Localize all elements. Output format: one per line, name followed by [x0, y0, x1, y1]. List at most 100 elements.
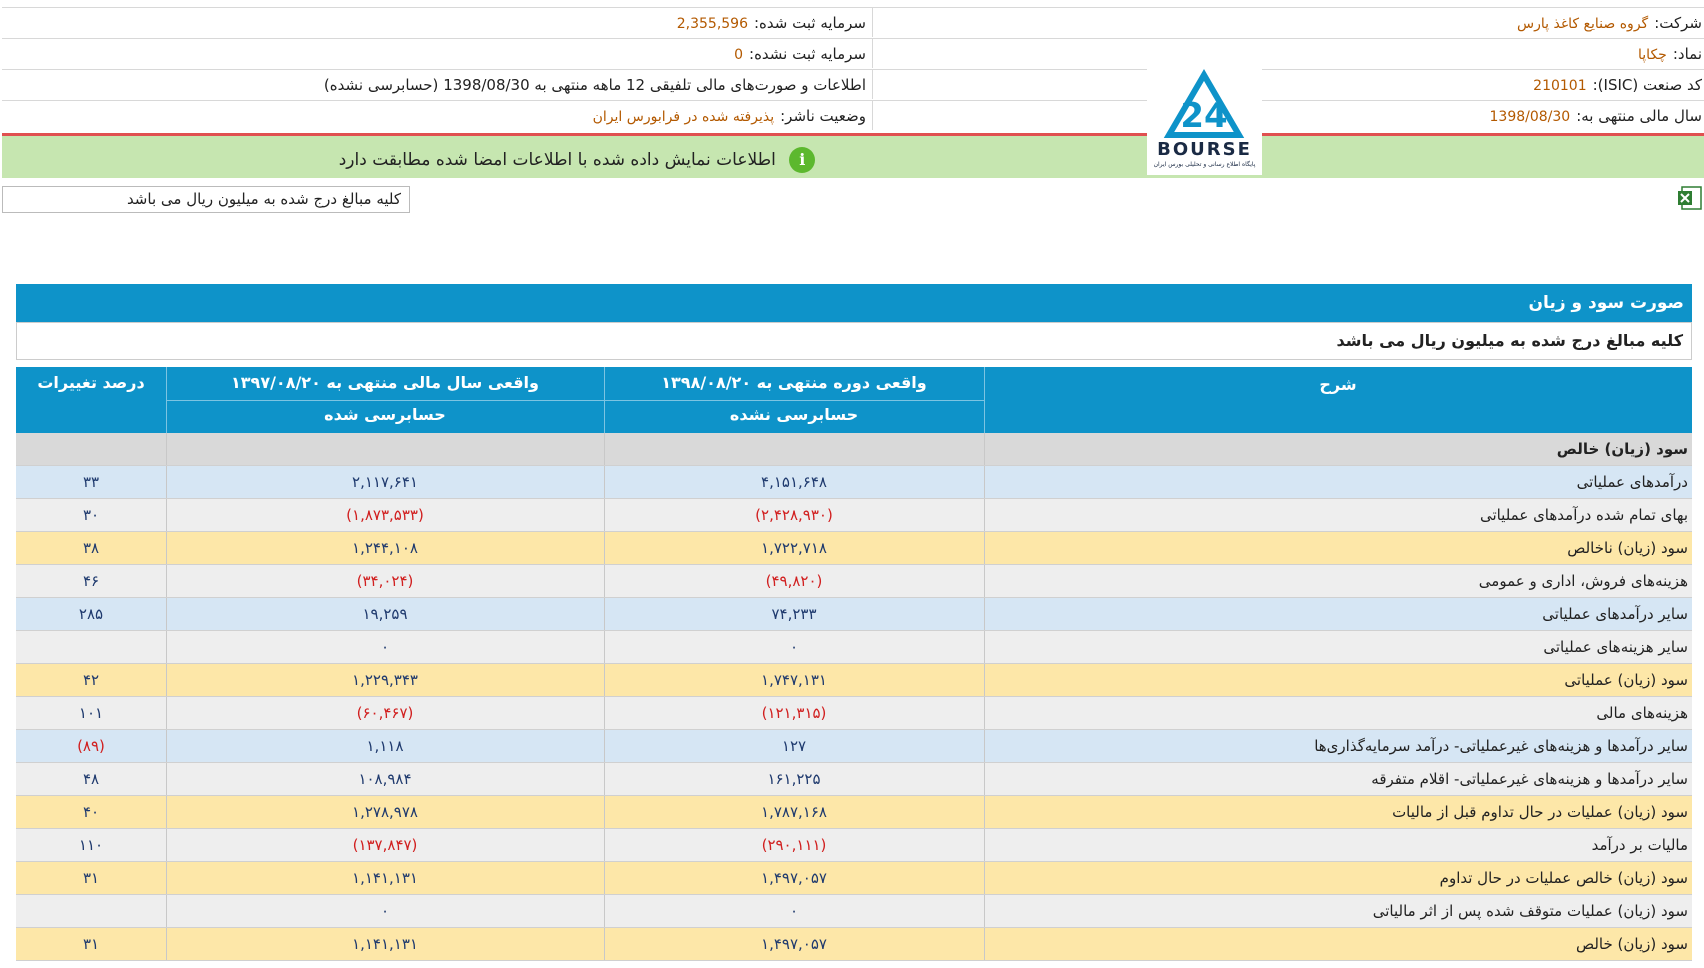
bourse24-logo[interactable]: 24 BOURSE پایگاه اطلاع رسانی و تحلیلی بو… — [1147, 67, 1262, 175]
report-title: صورت سود و زیان — [16, 284, 1692, 322]
row-previous-value: ۲,۱۱۷,۶۴۱ — [352, 473, 418, 491]
col-current-subheader: حسابرسی نشده — [729, 405, 859, 424]
table-row: بهای تمام شده درآمدهای عملیاتی (۲,۴۲۸,۹۳… — [16, 499, 1692, 532]
row-change-percent: ۱۱۰ — [78, 836, 104, 854]
excel-export-icon[interactable] — [1678, 185, 1702, 211]
fiscal-field: سال مالی منتهی به: 1398/08/30 — [1490, 107, 1703, 125]
col-previous-subheader: حسابرسی شده — [324, 405, 446, 424]
col-previous-header: واقعی سال مالی منتهی به ۱۳۹۷/۰۸/۲۰ — [231, 373, 539, 392]
row-previous-value: ۱,۱۴۱,۱۳۱ — [352, 869, 418, 887]
row-description: سایر هزینه‌های عملیاتی — [1543, 638, 1688, 656]
company-label: شرکت: — [1654, 14, 1702, 32]
row-previous-value: (۱۳۷,۸۴۷) — [352, 836, 418, 854]
row-description: هزینه‌های مالی — [1596, 704, 1688, 722]
table-row: سود (زیان) عملیات متوقف شده پس از اثر ما… — [16, 895, 1692, 928]
company-value[interactable]: گروه صنایع کاغذ پارس — [1517, 16, 1648, 32]
logo-number: 24 — [1180, 96, 1227, 136]
row-current-value: ۱۲۷ — [781, 737, 807, 755]
row-current-value: ۴,۱۵۱,۶۴۸ — [761, 473, 827, 491]
table-row: سود (زیان) ناخالص ۱,۷۲۲,۷۱۸ ۱,۲۴۴,۱۰۸ ۳۸ — [16, 532, 1692, 565]
reg-capital-field: سرمایه ثبت شده: 2,355,596 — [677, 14, 866, 32]
table-row: سایر هزینه‌های عملیاتی ۰ ۰ — [16, 631, 1692, 664]
publisher-status-value: پذیرفته شده در فرابورس ایران — [592, 109, 775, 125]
row-change-percent — [16, 631, 166, 663]
table-row: هزینه‌های مالی (۱۲۱,۳۱۵) (۶۰,۴۶۷) ۱۰۱ — [16, 697, 1692, 730]
row-current-value: ۷۴,۲۳۳ — [771, 605, 817, 623]
logo-word: BOURSE — [1157, 139, 1252, 160]
row-change-percent: ۴۲ — [82, 671, 100, 689]
notice-bar: i اطلاعات نمایش داده شده با اطلاعات امضا… — [2, 136, 1704, 178]
unreg-capital-field: سرمایه ثبت نشده: 0 — [734, 45, 866, 63]
row-current-value: (۴۹,۸۲۰) — [765, 572, 823, 590]
row-description: سود (زیان) عملیات متوقف شده پس از اثر ما… — [1372, 902, 1688, 920]
row-change-percent: ۱۰۱ — [78, 704, 104, 722]
row-previous-value: ۱,۲۷۸,۹۷۸ — [352, 803, 418, 821]
section-row: سود (زیان) خالص — [16, 433, 1692, 466]
row-description: سود (زیان) ناخالص — [1567, 539, 1688, 557]
isic-field: کد صنعت (ISIC): 210101 — [1533, 76, 1702, 94]
section-title: سود (زیان) خالص — [1556, 440, 1688, 458]
col-description-header: شرح — [1319, 375, 1357, 394]
row-change-percent — [16, 895, 166, 927]
table-row: سایر درآمدها و هزینه‌های غیرعملیاتی- اقل… — [16, 763, 1692, 796]
isic-label: کد صنعت (ISIC): — [1592, 76, 1702, 94]
table-row: سایر درآمدهای عملیاتی ۷۴,۲۳۳ ۱۹,۲۵۹ ۲۸۵ — [16, 598, 1692, 631]
row-change-percent: ۳۸ — [82, 539, 100, 557]
row-current-value: ۰ — [789, 902, 799, 920]
row-previous-value: (۳۴,۰۲۴) — [356, 572, 414, 590]
row-description: سایر درآمدهای عملیاتی — [1542, 605, 1688, 623]
row-previous-value: ۱۰۸,۹۸۴ — [358, 770, 412, 788]
header-divider — [872, 39, 873, 68]
header-row-2: نماد: چکاپا سرمایه ثبت نشده: 0 — [2, 38, 1704, 68]
row-current-value: ۱,۷۲۲,۷۱۸ — [761, 539, 827, 557]
table-row: هزینه‌های فروش، اداری و عمومی (۴۹,۸۲۰) (… — [16, 565, 1692, 598]
header-row-4: سال مالی منتهی به: 1398/08/30 وضعیت ناشر:… — [2, 100, 1704, 130]
table-header: شرح واقعی دوره منتهی به ۱۳۹۸/۰۸/۲۰ واقعی… — [16, 367, 1692, 433]
row-previous-value: ۱,۱۱۸ — [366, 737, 404, 755]
reg-capital-value: 2,355,596 — [676, 16, 748, 32]
row-change-percent: ۴۶ — [82, 572, 100, 590]
row-current-value: ۰ — [789, 638, 799, 656]
row-change-percent: ۳۱ — [82, 935, 100, 953]
amount-unit-note: کلیه مبالغ درج شده به میلیون ریال می باش… — [2, 186, 410, 213]
row-change-percent: ۴۸ — [82, 770, 100, 788]
info-icon: i — [789, 147, 816, 173]
report-subtitle: کلیه مبالغ درج شده به میلیون ریال می باش… — [16, 322, 1692, 360]
table-row: درآمدهای عملیاتی ۴,۱۵۱,۶۴۸ ۲,۱۱۷,۶۴۱ ۳۳ — [16, 466, 1692, 499]
row-description: سایر درآمدها و هزینه‌های غیرعملیاتی- درآ… — [1314, 737, 1688, 755]
header-row-1: شرکت: گروه صنایع کاغذ پارس سرمایه ثبت شده… — [2, 7, 1704, 37]
header-divider — [872, 70, 873, 99]
row-change-percent: ۳۳ — [82, 473, 100, 491]
publisher-status-label: وضعیت ناشر: — [780, 107, 866, 125]
row-current-value: (۱۲۱,۳۱۵) — [761, 704, 827, 722]
row-change-percent: ۳۱ — [82, 869, 100, 887]
fiscal-label: سال مالی منتهی به: — [1576, 107, 1702, 125]
row-description: هزینه‌های فروش، اداری و عمومی — [1478, 572, 1688, 590]
table-row: سود (زیان) عملیات در حال تداوم قبل از ما… — [16, 796, 1692, 829]
row-previous-value: ۱,۲۲۹,۳۴۳ — [352, 671, 418, 689]
reg-capital-label: سرمایه ثبت شده: — [754, 14, 866, 32]
col-current-header: واقعی دوره منتهی به ۱۳۹۸/۰۸/۲۰ — [661, 373, 927, 392]
unreg-capital-value: 0 — [734, 47, 744, 63]
isic-value: 210101 — [1533, 78, 1587, 94]
symbol-value[interactable]: چکاپا — [1638, 47, 1667, 63]
row-previous-value: (۶۰,۴۶۷) — [356, 704, 414, 722]
row-current-value: ۱,۷۴۷,۱۳۱ — [761, 671, 827, 689]
row-description: سود (زیان) عملیات در حال تداوم قبل از ما… — [1392, 803, 1688, 821]
notice-message-wrap: i اطلاعات نمایش داده شده با اطلاعات امضا… — [2, 147, 1152, 173]
row-change-percent: (۸۹) — [77, 737, 105, 755]
table-row: سود (زیان) خالص عملیات در حال تداوم ۱,۴۹… — [16, 862, 1692, 895]
fiscal-value: 1398/08/30 — [1489, 109, 1571, 125]
row-current-value: (۲,۴۲۸,۹۳۰) — [755, 506, 833, 524]
symbol-field: نماد: چکاپا — [1638, 45, 1702, 63]
row-previous-value: ۱,۲۴۴,۱۰۸ — [352, 539, 418, 557]
bourse24-logo-mark: 24 — [1163, 69, 1245, 138]
table-row: سود (زیان) خالص ۱,۴۹۷,۰۵۷ ۱,۱۴۱,۱۳۱ ۳۱ — [16, 928, 1692, 961]
header-divider — [872, 101, 873, 130]
row-description: بهای تمام شده درآمدهای عملیاتی — [1479, 506, 1688, 524]
row-description: سود (زیان) خالص — [1575, 935, 1688, 953]
row-previous-value: ۱,۱۴۱,۱۳۱ — [352, 935, 418, 953]
row-description: درآمدهای عملیاتی — [1576, 473, 1688, 491]
publisher-status-field: وضعیت ناشر: پذیرفته شده در فرابورس ایران — [593, 107, 866, 125]
row-description: مالیات بر درآمد — [1591, 836, 1688, 854]
